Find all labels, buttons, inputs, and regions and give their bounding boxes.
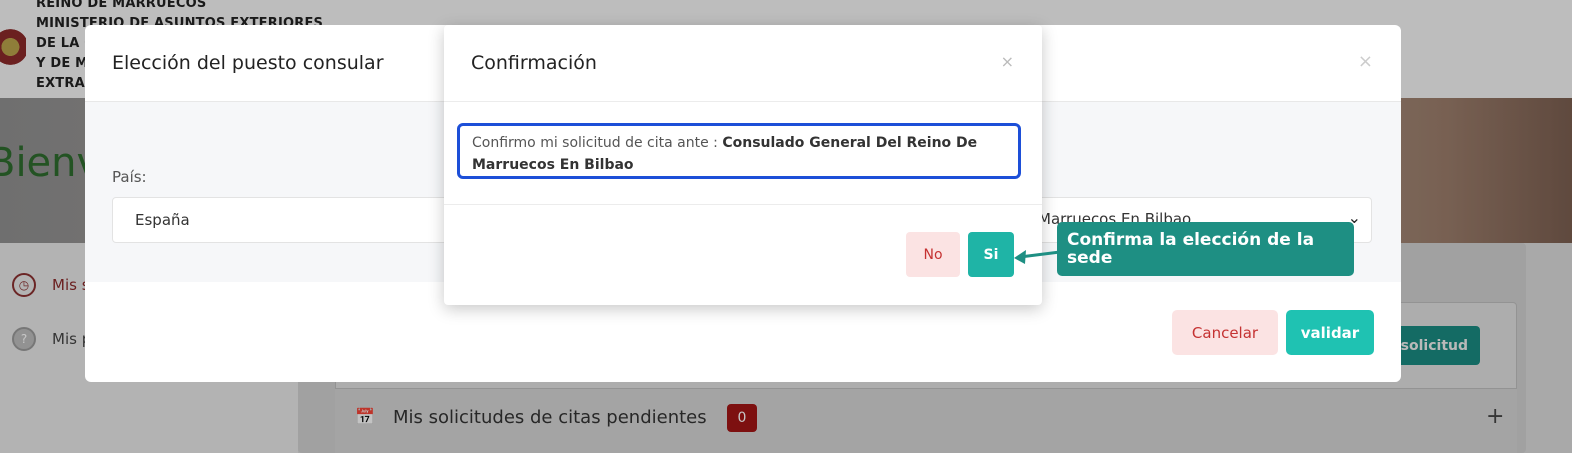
- cancel-button[interactable]: Cancelar: [1172, 310, 1278, 355]
- confirmation-header: Confirmación ×: [444, 25, 1042, 102]
- validate-button[interactable]: validar: [1286, 310, 1374, 355]
- close-icon[interactable]: ×: [1358, 51, 1373, 72]
- callout-arrow-icon: [1014, 250, 1061, 264]
- modal-title: Elección del puesto consular: [112, 52, 384, 74]
- confirmation-body: Confirmo mi solicitud de cita ante : Con…: [444, 102, 1042, 205]
- confirmation-prefix: Confirmo mi solicitud de cita ante :: [472, 135, 723, 151]
- annotation-callout: Confirma la elección de la sede: [1057, 222, 1354, 276]
- country-label: País:: [112, 168, 147, 186]
- no-button[interactable]: No: [906, 232, 960, 277]
- yes-button[interactable]: Si: [968, 232, 1014, 277]
- confirmation-message: Confirmo mi solicitud de cita ante : Con…: [457, 123, 1021, 179]
- confirmation-title: Confirmación: [471, 52, 597, 74]
- close-icon[interactable]: ×: [1001, 52, 1014, 71]
- confirmation-modal: Confirmación × Confirmo mi solicitud de …: [444, 25, 1042, 305]
- country-value: España: [135, 211, 190, 229]
